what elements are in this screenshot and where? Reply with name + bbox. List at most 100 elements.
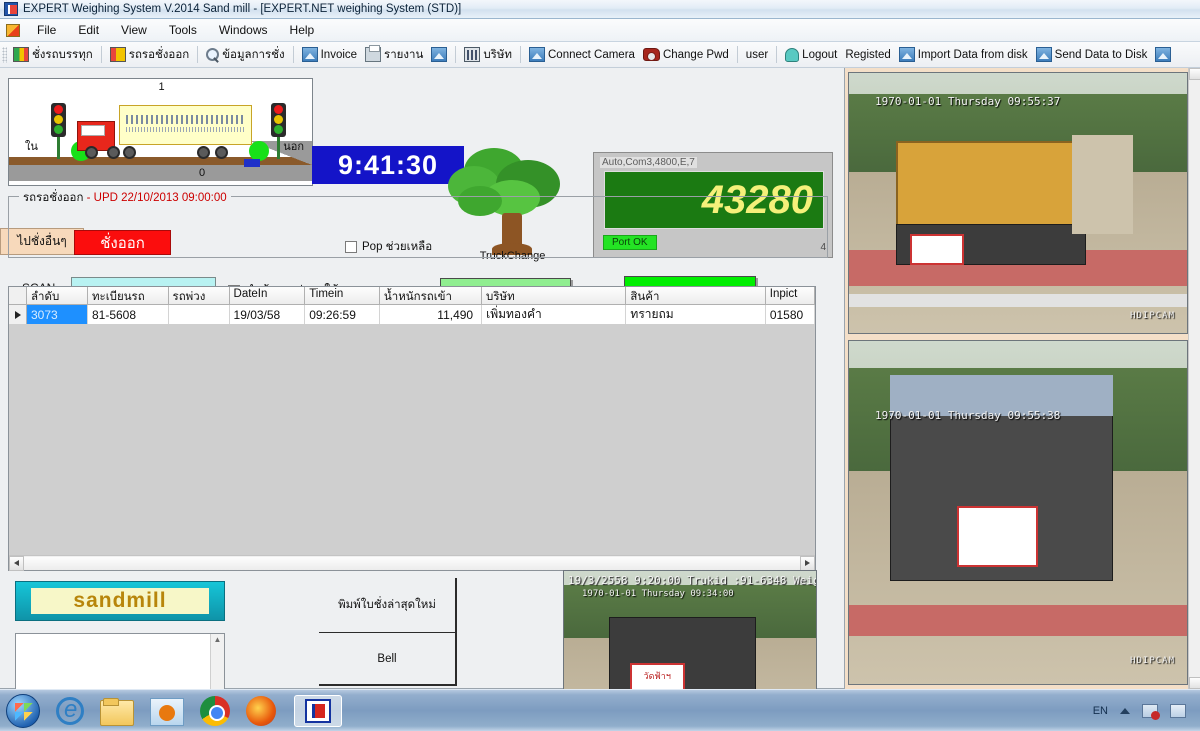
truck-load-icon	[13, 47, 29, 62]
magnifier-icon	[206, 48, 220, 61]
camera-weighbridge-rail	[849, 605, 1187, 636]
row-indicator-header	[9, 287, 27, 304]
cell-inpict[interactable]: 01580	[766, 305, 816, 324]
menu-item-help[interactable]: Help	[279, 21, 326, 39]
camera-overlay-text-secondary: 1970-01-01 Thursday 09:34:00	[582, 589, 734, 599]
scroll-left-icon[interactable]	[9, 555, 24, 571]
cell-datein[interactable]: 19/03/58	[230, 305, 306, 324]
chevron-up-icon[interactable]	[1120, 707, 1130, 714]
toolbar-import-data-label: Import Data from disk	[917, 48, 1028, 61]
toolbar-send-data-label: Send Data to Disk	[1054, 48, 1148, 61]
picture-icon	[1155, 47, 1172, 62]
tray-language[interactable]: EN	[1093, 705, 1108, 717]
scale-diagram: 1 0 ใน นอก	[8, 78, 313, 186]
grid-col-datein[interactable]: DateIn	[229, 287, 306, 304]
cell-timein[interactable]: 09:26:59	[305, 305, 380, 324]
traffic-light-pole	[57, 137, 60, 159]
print-latest-ticket-button[interactable]: พิมพ์ใบชั่งล่าสุดใหม่	[319, 578, 457, 634]
toolbar-connect-camera[interactable]: Connect Camera	[525, 45, 639, 64]
grid-empty-area	[9, 324, 815, 569]
cell-plate[interactable]: 81-5608	[88, 305, 169, 324]
toolbar-report-label: รายงาน	[384, 48, 424, 61]
taskbar-button-expert-weighing-system[interactable]	[294, 694, 342, 727]
internet-explorer-icon[interactable]	[56, 696, 84, 725]
toolbar-change-pwd[interactable]: Change Pwd	[639, 46, 733, 63]
toolbar-invoice[interactable]: Invoice	[298, 45, 361, 64]
groupbox-title: รถรอชั่งออก - UPD 22/10/2013 09:00:00	[19, 189, 231, 207]
file-explorer-icon[interactable]	[100, 697, 134, 726]
title-bar: EXPERT Weighing System V.2014 Sand mill …	[0, 0, 1200, 19]
lane-number: 1	[158, 81, 165, 93]
toolbar-picture-last[interactable]	[1151, 45, 1175, 64]
toolbar-separator	[100, 46, 102, 63]
camera-bottom-right[interactable]: 1970-01-01 Thursday 09:55:38 HDIPCAM	[848, 340, 1188, 685]
camera-truck-plate	[909, 234, 964, 266]
application-window: EXPERT Weighing System V.2014 Sand mill …	[0, 0, 1200, 731]
toolbar-separator	[197, 46, 199, 63]
scrollbar-thumb[interactable]	[24, 556, 800, 570]
traffic-light-green-bulb	[54, 125, 63, 134]
cell-trailer[interactable]	[169, 305, 230, 324]
scroll-up-icon[interactable]	[1189, 68, 1200, 80]
window-vertical-scrollbar[interactable]	[1188, 68, 1200, 689]
toolbar-weighing-data[interactable]: ข้อมูลการชั่ง	[202, 44, 288, 66]
cell-weightin[interactable]: 11,490	[380, 305, 483, 324]
toolbar-user-label: user	[745, 48, 769, 61]
grid-col-inpict[interactable]: Inpict	[765, 287, 815, 304]
picture-icon	[301, 47, 318, 62]
grid-col-timein[interactable]: Timein	[305, 287, 380, 304]
toolbar-separator	[736, 46, 738, 63]
menu-item-file[interactable]: File	[26, 21, 67, 39]
table-row[interactable]: 3073 81-5608 19/03/58 09:26:59 11,490 เพ…	[9, 305, 816, 324]
scroll-right-icon[interactable]	[800, 555, 815, 571]
windows-media-player-icon[interactable]	[150, 697, 184, 726]
cell-seq[interactable]: 3073	[27, 305, 88, 324]
grid-col-trailer[interactable]: รถพ่วง	[168, 287, 230, 304]
camera-top-right[interactable]: 1970-01-01 Thursday 09:55:37 HDIPCAM	[848, 72, 1188, 334]
mdi-child-icon	[6, 23, 20, 37]
grid-header-row: ลำดับ ทะเบียนรถ รถพ่วง DateIn Timein น้ำ…	[9, 287, 815, 305]
truck-wheel	[123, 146, 136, 159]
cell-product[interactable]: ทรายถม	[626, 305, 766, 324]
toolbar-weigh-truck[interactable]: ชั่งรถบรรทุก	[9, 44, 97, 66]
google-chrome-icon[interactable]	[200, 695, 230, 726]
camera-overlay-text: 19/3/2558 9:20:00 Trukid :91-6348 Weigh	[568, 574, 817, 587]
picture-icon	[898, 47, 915, 62]
grid-col-weightin[interactable]: น้ำหนักรถเข้า	[379, 287, 483, 304]
scroll-down-icon[interactable]	[1189, 677, 1200, 689]
toolbar-company[interactable]: บริษัท	[460, 44, 516, 66]
toolbar-trucks-waiting-out[interactable]: รถรอชั่งออก	[106, 44, 193, 66]
waiting-trucks-grid[interactable]: ลำดับ ทะเบียนรถ รถพ่วง DateIn Timein น้ำ…	[8, 286, 816, 571]
grid-col-product[interactable]: สินค้า	[626, 287, 766, 304]
menu-item-windows[interactable]: Windows	[208, 21, 279, 39]
firefox-icon[interactable]	[246, 695, 276, 726]
network-icon[interactable]	[1170, 703, 1186, 718]
toolbar-import-data[interactable]: Import Data from disk	[895, 45, 1032, 64]
toolbar-picture-extra[interactable]	[427, 45, 451, 64]
menu-item-edit[interactable]: Edit	[67, 21, 110, 39]
truck-wheel	[197, 146, 210, 159]
menu-item-tools[interactable]: Tools	[158, 21, 208, 39]
expert-app-icon	[305, 698, 331, 723]
camera-overlay-text: 1970-01-01 Thursday 09:55:37	[875, 95, 1061, 108]
groupbox-title-text: รถรอชั่งออก	[23, 192, 84, 204]
toolbar-report[interactable]: รายงาน	[361, 44, 427, 66]
flag-icon[interactable]	[1142, 703, 1160, 720]
traffic-light-pole	[277, 137, 280, 159]
toolbar-send-data[interactable]: Send Data to Disk	[1032, 45, 1152, 64]
scroll-up-icon[interactable]: ▲	[211, 634, 224, 646]
toolbar-registed[interactable]: Registed	[841, 47, 894, 63]
toolbar-logout[interactable]: Logout	[781, 46, 841, 64]
camera-cab	[1072, 135, 1133, 235]
start-orb[interactable]	[6, 693, 40, 728]
grid-col-company[interactable]: บริษัท	[482, 287, 627, 304]
toolbar-grip[interactable]	[2, 46, 7, 63]
bell-button[interactable]: Bell	[319, 633, 457, 686]
grid-horizontal-scrollbar[interactable]	[9, 555, 815, 571]
grid-col-plate[interactable]: ทะเบียนรถ	[87, 287, 169, 304]
menu-item-view[interactable]: View	[110, 21, 158, 39]
cell-company[interactable]: เพิ่มทองคำ	[482, 305, 627, 324]
system-tray: EN	[1093, 703, 1200, 720]
waiting-trucks-groupbox: รถรอชั่งออก - UPD 22/10/2013 09:00:00	[8, 189, 828, 258]
grid-col-seq[interactable]: ลำดับ	[27, 287, 88, 304]
